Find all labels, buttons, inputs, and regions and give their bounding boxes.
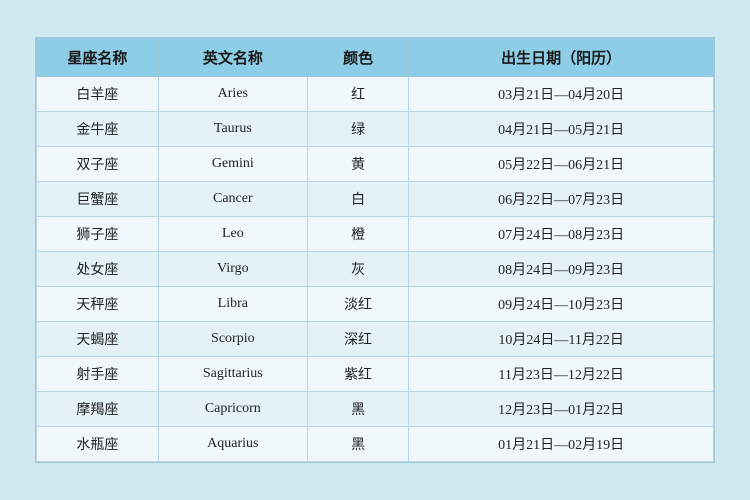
- cell-color: 黑: [307, 392, 409, 427]
- table-row: 巨蟹座Cancer白06月22日—07月23日: [37, 182, 714, 217]
- zodiac-table: 星座名称 英文名称 颜色 出生日期（阳历） 白羊座Aries红03月21日—04…: [35, 37, 715, 463]
- cell-date: 01月21日—02月19日: [409, 427, 714, 462]
- cell-date: 11月23日—12月22日: [409, 357, 714, 392]
- cell-color: 黄: [307, 147, 409, 182]
- cell-color: 淡红: [307, 287, 409, 322]
- cell-color: 绿: [307, 112, 409, 147]
- cell-date: 03月21日—04月20日: [409, 77, 714, 112]
- cell-date: 08月24日—09月23日: [409, 252, 714, 287]
- header-cn: 星座名称: [37, 39, 159, 77]
- cell-en: Scorpio: [158, 322, 307, 357]
- cell-color: 橙: [307, 217, 409, 252]
- table-row: 金牛座Taurus绿04月21日—05月21日: [37, 112, 714, 147]
- header-en: 英文名称: [158, 39, 307, 77]
- table-row: 双子座Gemini黄05月22日—06月21日: [37, 147, 714, 182]
- cell-color: 深红: [307, 322, 409, 357]
- cell-en: Capricorn: [158, 392, 307, 427]
- cell-date: 04月21日—05月21日: [409, 112, 714, 147]
- cell-date: 12月23日—01月22日: [409, 392, 714, 427]
- table-header-row: 星座名称 英文名称 颜色 出生日期（阳历）: [37, 39, 714, 77]
- cell-cn: 双子座: [37, 147, 159, 182]
- cell-date: 05月22日—06月21日: [409, 147, 714, 182]
- header-date: 出生日期（阳历）: [409, 39, 714, 77]
- table-row: 水瓶座Aquarius黑01月21日—02月19日: [37, 427, 714, 462]
- cell-cn: 狮子座: [37, 217, 159, 252]
- cell-date: 10月24日—11月22日: [409, 322, 714, 357]
- cell-en: Virgo: [158, 252, 307, 287]
- table-row: 狮子座Leo橙07月24日—08月23日: [37, 217, 714, 252]
- cell-date: 06月22日—07月23日: [409, 182, 714, 217]
- cell-en: Taurus: [158, 112, 307, 147]
- cell-color: 白: [307, 182, 409, 217]
- cell-en: Sagittarius: [158, 357, 307, 392]
- cell-cn: 水瓶座: [37, 427, 159, 462]
- cell-cn: 射手座: [37, 357, 159, 392]
- header-color: 颜色: [307, 39, 409, 77]
- table-row: 白羊座Aries红03月21日—04月20日: [37, 77, 714, 112]
- table-row: 摩羯座Capricorn黑12月23日—01月22日: [37, 392, 714, 427]
- cell-date: 07月24日—08月23日: [409, 217, 714, 252]
- cell-cn: 巨蟹座: [37, 182, 159, 217]
- cell-color: 红: [307, 77, 409, 112]
- cell-en: Aries: [158, 77, 307, 112]
- cell-cn: 天秤座: [37, 287, 159, 322]
- cell-en: Aquarius: [158, 427, 307, 462]
- cell-en: Leo: [158, 217, 307, 252]
- cell-en: Gemini: [158, 147, 307, 182]
- cell-cn: 处女座: [37, 252, 159, 287]
- cell-cn: 金牛座: [37, 112, 159, 147]
- table-row: 处女座Virgo灰08月24日—09月23日: [37, 252, 714, 287]
- cell-cn: 白羊座: [37, 77, 159, 112]
- cell-en: Cancer: [158, 182, 307, 217]
- table-row: 射手座Sagittarius紫红11月23日—12月22日: [37, 357, 714, 392]
- cell-cn: 摩羯座: [37, 392, 159, 427]
- cell-color: 灰: [307, 252, 409, 287]
- cell-color: 紫红: [307, 357, 409, 392]
- cell-cn: 天蝎座: [37, 322, 159, 357]
- table-row: 天秤座Libra淡红09月24日—10月23日: [37, 287, 714, 322]
- cell-en: Libra: [158, 287, 307, 322]
- cell-date: 09月24日—10月23日: [409, 287, 714, 322]
- cell-color: 黑: [307, 427, 409, 462]
- table-row: 天蝎座Scorpio深红10月24日—11月22日: [37, 322, 714, 357]
